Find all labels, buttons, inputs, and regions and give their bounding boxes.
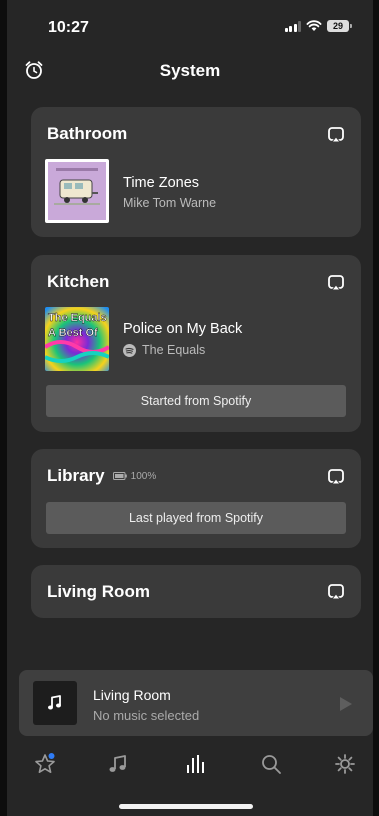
album-art[interactable] — [45, 159, 109, 223]
mini-player-room: Living Room — [93, 687, 171, 703]
album-art-image — [48, 162, 106, 220]
last-played-from-spotify-button[interactable]: Last played from Spotify — [46, 502, 346, 534]
artist-name: Mike Tom Warne — [123, 196, 216, 210]
status-bar: 10:27 29 — [7, 0, 373, 48]
room-name: Living Room — [47, 582, 150, 601]
mini-player-status: No music selected — [93, 708, 200, 723]
screen: 10:27 29 System Bathroom Time Zones Mike… — [7, 0, 373, 816]
tab-favorites[interactable] — [31, 750, 59, 778]
album-art-title: The Equals — [48, 312, 107, 324]
room-card-living-room[interactable]: Living Room — [31, 565, 361, 618]
album-art-subtitle: A Best Of — [48, 327, 98, 339]
gear-icon — [335, 754, 355, 774]
play-icon[interactable] — [339, 696, 353, 712]
airplay-icon[interactable] — [327, 126, 345, 144]
track-title: Time Zones — [123, 175, 200, 191]
page-title: System — [159, 61, 221, 80]
battery-indicator: 29 — [327, 20, 352, 32]
tab-settings[interactable] — [331, 750, 359, 778]
top-bar: System — [7, 52, 373, 88]
wifi-icon — [306, 20, 322, 31]
spotify-icon — [123, 343, 136, 357]
star-icon — [35, 753, 55, 773]
tab-system[interactable] — [181, 750, 209, 778]
room-card-kitchen[interactable]: Kitchen The Equals A Best Of Police on M… — [31, 255, 361, 432]
signal-icon — [284, 20, 301, 32]
search-icon — [262, 755, 281, 774]
battery-level: 100% — [112, 470, 157, 482]
music-note-icon — [48, 695, 61, 710]
track-title: Police on My Back — [123, 321, 243, 337]
tab-bar — [7, 742, 373, 792]
tab-search[interactable] — [257, 750, 285, 778]
home-indicator — [119, 804, 253, 809]
room-name: Kitchen — [47, 272, 110, 291]
airplay-icon[interactable] — [327, 583, 345, 601]
artist-label: Mike Tom Warne — [123, 196, 217, 210]
room-name-label: Library — [47, 466, 105, 485]
tab-music[interactable] — [104, 750, 132, 778]
mini-player[interactable]: Living Room No music selected — [19, 670, 373, 736]
room-card-bathroom[interactable]: Bathroom Time Zones Mike Tom Warne — [31, 107, 361, 237]
room-name: Library 100% — [47, 466, 156, 486]
equalizer-bars-icon — [187, 755, 204, 773]
started-from-spotify-button[interactable]: Started from Spotify — [46, 385, 346, 417]
music-note-icon — [109, 755, 126, 772]
album-art[interactable]: The Equals A Best Of — [45, 307, 109, 371]
mini-player-art — [33, 681, 77, 725]
room-card-library[interactable]: Library 100% Last played from Spotify — [31, 449, 361, 548]
airplay-icon[interactable] — [327, 468, 345, 486]
battery-percent: 100% — [130, 470, 157, 482]
status-icons: 29 — [284, 20, 352, 32]
airplay-icon[interactable] — [327, 274, 345, 292]
artist-name: The Equals — [123, 343, 205, 357]
status-time: 10:27 — [48, 19, 89, 36]
room-name: Bathroom — [47, 124, 128, 143]
artist-label: The Equals — [142, 343, 206, 357]
battery-icon — [112, 472, 127, 480]
album-art-image: The Equals A Best Of — [45, 307, 109, 371]
